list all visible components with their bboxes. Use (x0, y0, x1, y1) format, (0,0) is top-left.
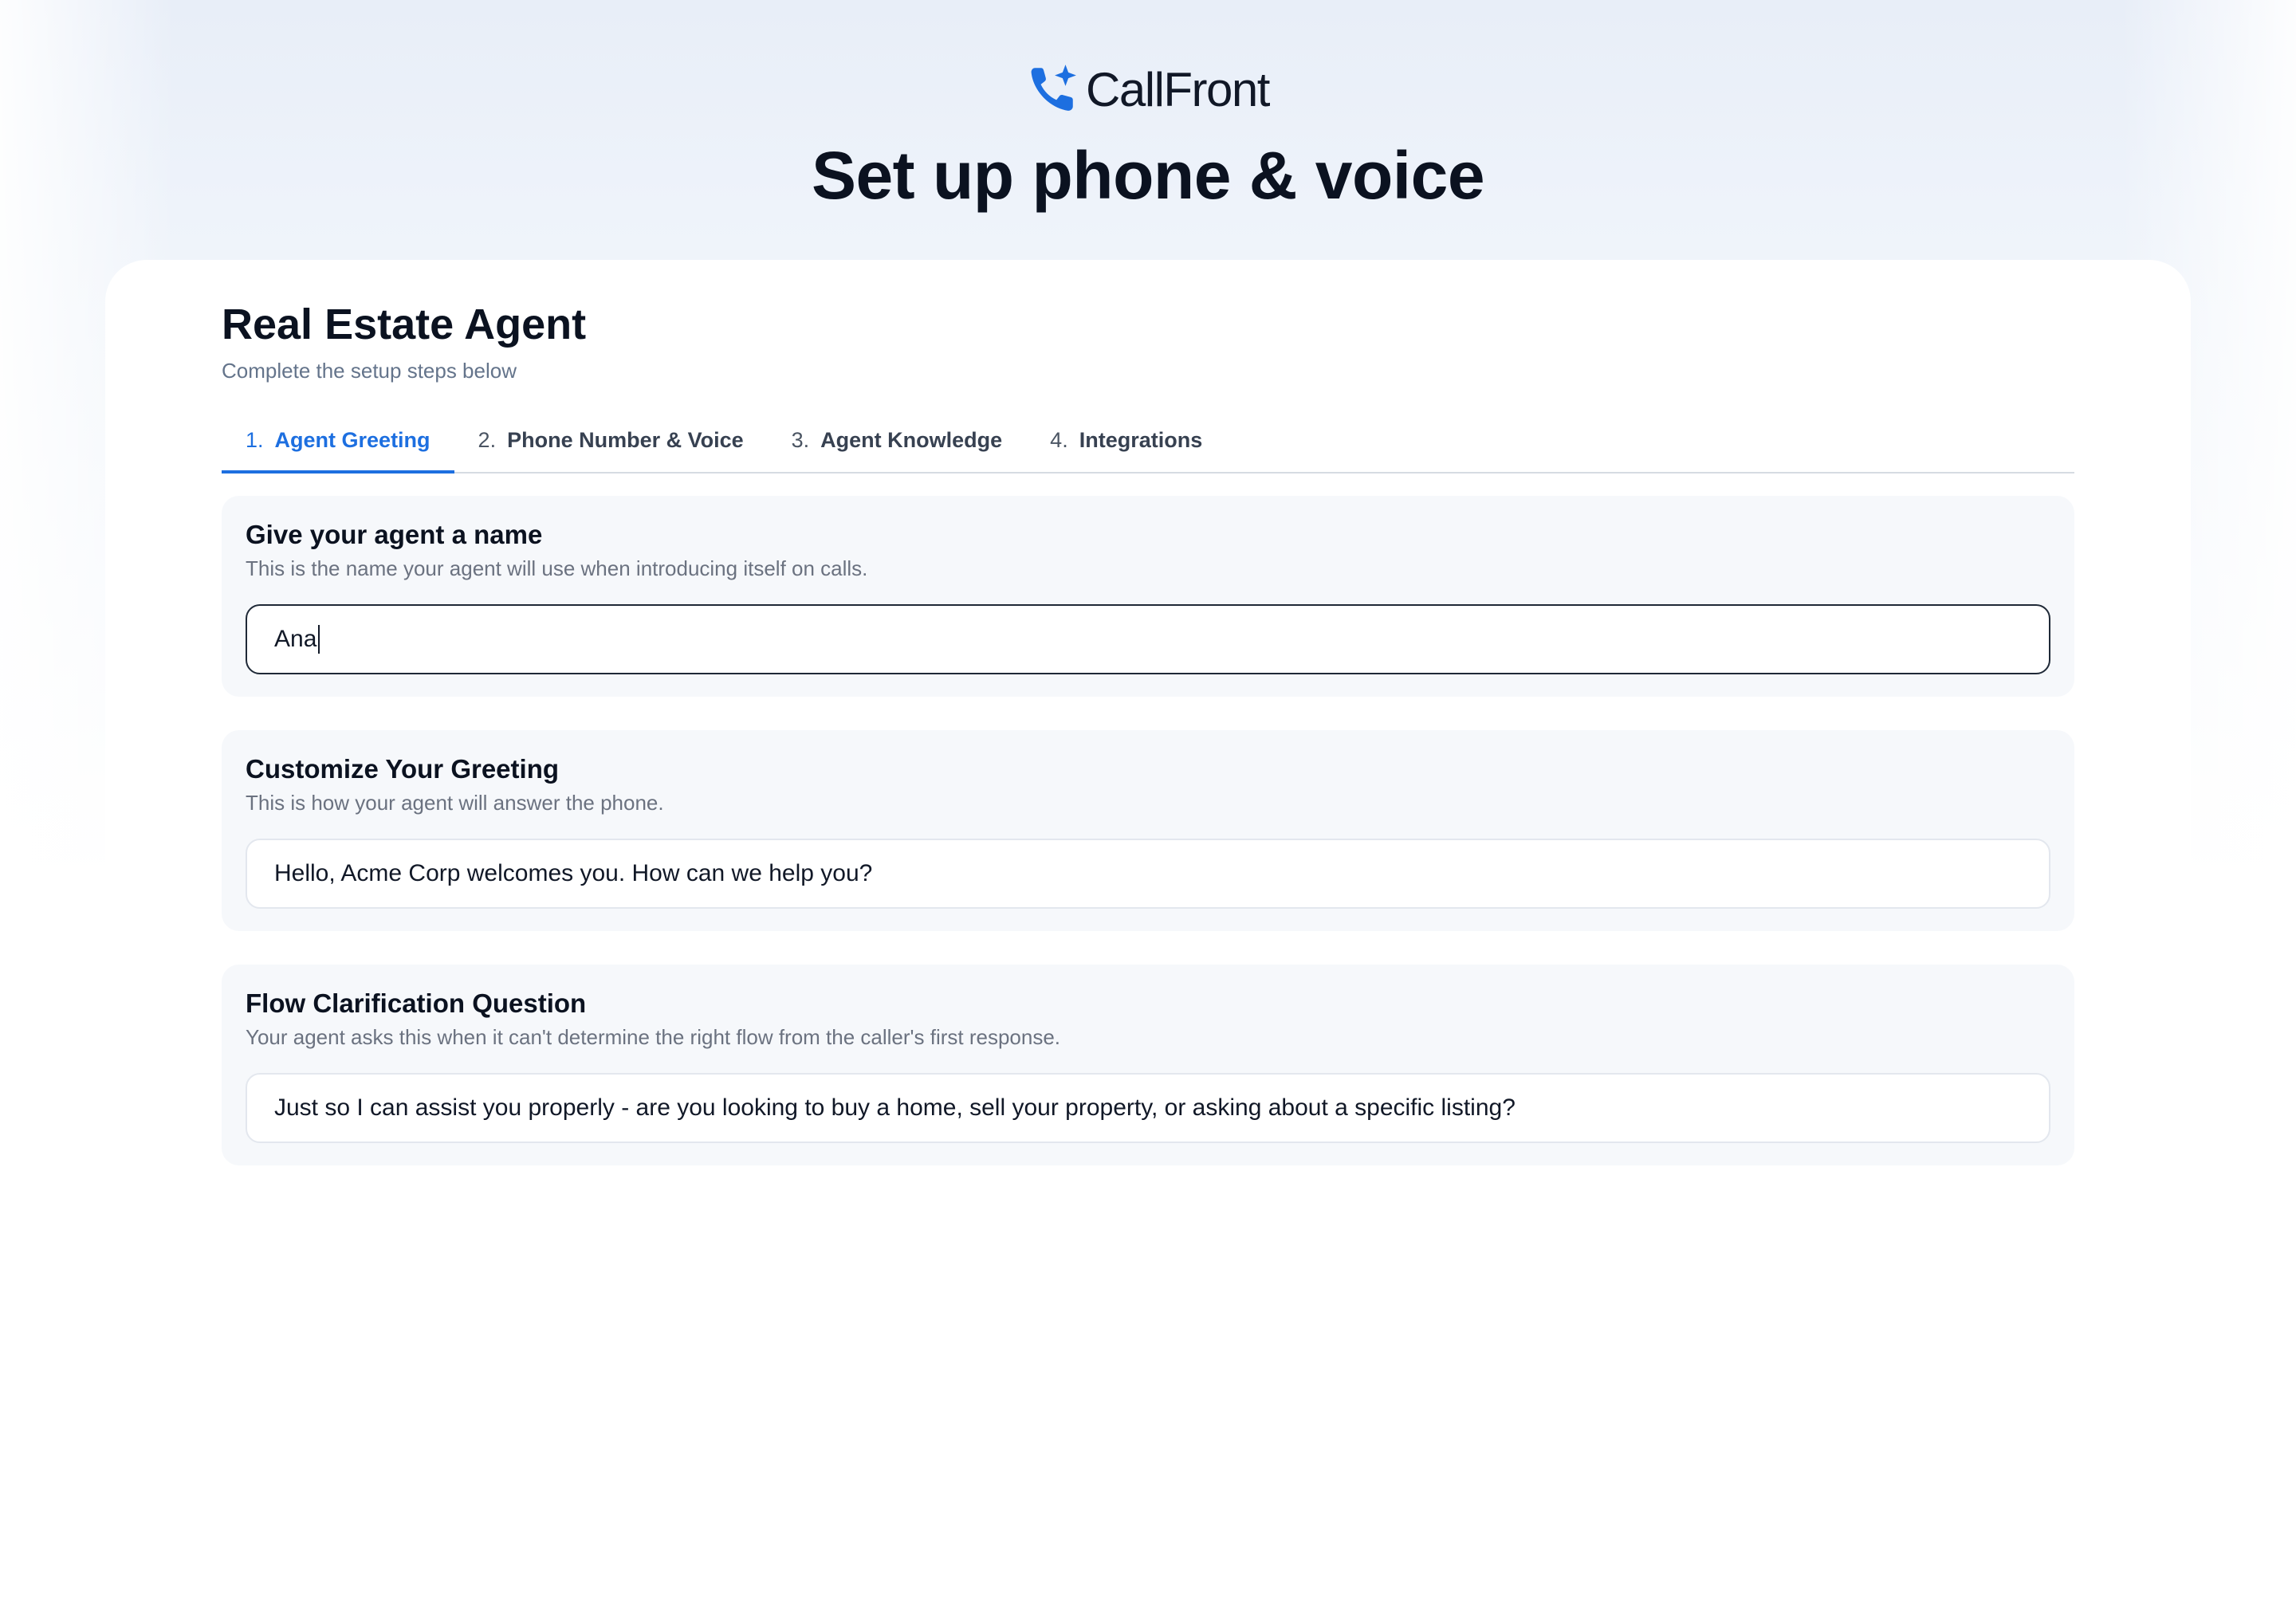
section-description: This is how your agent will answer the p… (246, 791, 664, 815)
brand-name: CallFront (1086, 62, 1270, 116)
brand-logo: CallFront (1027, 57, 1270, 121)
phone-sparkle-icon (1031, 65, 1076, 111)
tab-agent-knowledge[interactable]: 3. Agent Knowledge (768, 408, 1027, 472)
section-title: Give your agent a name (246, 520, 543, 549)
tab-number: 2. (478, 427, 497, 452)
tab-label: Agent Greeting (274, 427, 431, 452)
tab-number: 3. (791, 427, 810, 452)
page-title: Set up phone & voice (811, 138, 1485, 213)
text-cursor (318, 625, 320, 654)
clarification-section: Flow Clarification Question Your agent a… (222, 965, 2074, 1165)
greeting-value: Hello, Acme Corp welcomes you. How can w… (274, 860, 873, 886)
tab-number: 1. (246, 427, 264, 452)
section-description: This is the name your agent will use whe… (246, 556, 868, 580)
tab-phone-number-voice[interactable]: 2. Phone Number & Voice (454, 408, 768, 472)
tab-label: Integrations (1079, 427, 1203, 452)
section-title: Customize Your Greeting (246, 754, 560, 784)
section-title: Flow Clarification Question (246, 988, 587, 1018)
setup-card: Real Estate Agent Complete the setup ste… (105, 260, 2191, 1615)
tab-number: 4. (1050, 427, 1068, 452)
agent-name-section: Give your agent a name This is the name … (222, 496, 2074, 697)
setup-steps-tabs: 1. Agent Greeting 2. Phone Number & Voic… (222, 408, 2074, 473)
tab-agent-greeting[interactable]: 1. Agent Greeting (222, 408, 454, 473)
clarification-question-value: Just so I can assist you properly - are … (274, 1094, 1516, 1121)
tab-integrations[interactable]: 4. Integrations (1026, 408, 1226, 472)
tab-label: Phone Number & Voice (507, 427, 744, 452)
greeting-input[interactable]: Hello, Acme Corp welcomes you. How can w… (246, 839, 2050, 909)
clarification-question-input[interactable]: Just so I can assist you properly - are … (246, 1073, 2050, 1143)
greeting-section: Customize Your Greeting This is how your… (222, 730, 2074, 931)
agent-subtitle: Complete the setup steps below (222, 359, 517, 383)
agent-name-input[interactable]: Ana (246, 604, 2050, 674)
agent-name-value: Ana (274, 626, 317, 652)
agent-title: Real Estate Agent (222, 301, 587, 348)
section-description: Your agent asks this when it can't deter… (246, 1025, 1061, 1049)
tab-label: Agent Knowledge (820, 427, 1003, 452)
page-header: CallFront Set up phone & voice (0, 57, 2296, 213)
